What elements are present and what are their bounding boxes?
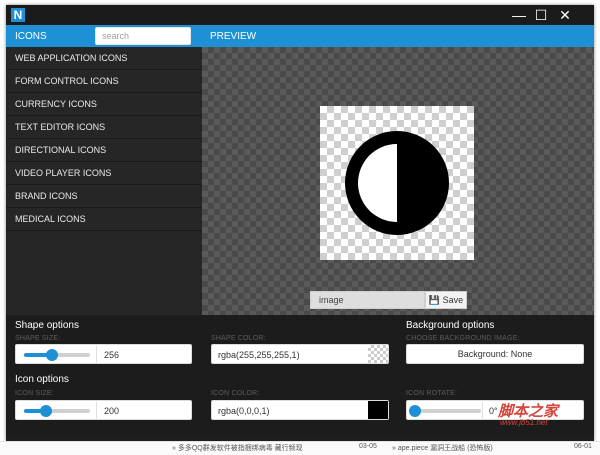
maximize-button[interactable]: ☐ <box>530 6 552 24</box>
icon-options-title: Icon options <box>15 374 69 385</box>
shape-color-swatch[interactable] <box>368 345 388 363</box>
divider <box>482 402 483 420</box>
icon-size-control: 200 <box>15 400 192 420</box>
shape-color-field[interactable]: rgba(255,255,255,1) <box>211 344 389 364</box>
background-button[interactable]: Background: None <box>406 344 584 364</box>
search-input[interactable] <box>95 27 191 45</box>
icon-size-value[interactable]: 200 <box>104 401 119 421</box>
icon-size-label: ICON SIZE: <box>15 390 54 397</box>
adjust-icon <box>345 131 449 235</box>
icon-rotate-label: ICON ROTATE: <box>406 390 458 397</box>
divider <box>96 402 97 420</box>
file-name-field[interactable] <box>310 291 425 309</box>
shape-size-value[interactable]: 256 <box>104 345 119 365</box>
app-logo: N <box>11 8 25 22</box>
icon-rotate-slider[interactable] <box>409 405 481 417</box>
divider <box>96 346 97 364</box>
news-item[interactable]: » ape.piece 漏洞王战船 (恐怖版) <box>392 443 493 453</box>
shape-color-value: rgba(255,255,255,1) <box>218 350 300 360</box>
close-button[interactable]: ✕ <box>554 6 576 24</box>
app-window: N — ☐ ✕ ICONS PREVIEW WEB APPLICATION IC… <box>6 5 594 441</box>
watermark-url: www.jb51.net <box>500 418 548 427</box>
category-item-web-application[interactable]: WEB APPLICATION ICONS <box>6 47 202 70</box>
category-item-text-editor[interactable]: TEXT EDITOR ICONS <box>6 116 202 139</box>
category-item-currency[interactable]: CURRENCY ICONS <box>6 93 202 116</box>
icon-size-slider-thumb[interactable] <box>39 405 52 417</box>
icon-color-field[interactable]: rgba(0,0,0,1) <box>211 400 389 420</box>
minimize-button[interactable]: — <box>508 6 530 24</box>
icon-color-swatch[interactable] <box>368 401 388 419</box>
news-item[interactable]: » 多多QQ群发软件被指捆绑病毒 藏行频现 <box>172 443 303 453</box>
category-sidebar: WEB APPLICATION ICONS FORM CONTROL ICONS… <box>6 47 202 315</box>
save-icon: 💾 <box>428 295 441 305</box>
category-item-directional[interactable]: DIRECTIONAL ICONS <box>6 139 202 162</box>
background-options-title: Background options <box>406 320 495 331</box>
icon-color-label: ICON COLOR: <box>211 390 260 397</box>
preview-image <box>320 106 474 260</box>
shape-size-control: 256 <box>15 344 192 364</box>
category-item-brand[interactable]: BRAND ICONS <box>6 185 202 208</box>
shape-size-slider[interactable] <box>24 349 90 361</box>
save-button[interactable]: 💾 Save <box>425 291 467 309</box>
category-item-video-player[interactable]: VIDEO PLAYER ICONS <box>6 162 202 185</box>
tab-icons[interactable]: ICONS <box>15 31 47 42</box>
title-bar: N — ☐ ✕ <box>6 5 594 25</box>
shape-options-title: Shape options <box>15 320 79 331</box>
shape-size-label: SHAPE SIZE: <box>15 335 61 342</box>
background-image-label: CHOOSE BACKGROUND IMAGE: <box>406 335 520 342</box>
icon-size-slider[interactable] <box>24 405 90 417</box>
background-news-strip: » 多多QQ群发软件被指捆绑病毒 藏行频现 03-05 » ape.piece … <box>0 441 600 455</box>
icon-rotate-value[interactable]: 0° <box>489 401 498 421</box>
icon-color-value: rgba(0,0,0,1) <box>218 406 270 416</box>
icon-rotate-slider-thumb[interactable] <box>409 405 421 417</box>
news-time: 03-05 <box>359 443 377 450</box>
shape-size-slider-thumb[interactable] <box>45 349 58 361</box>
tab-preview[interactable]: PREVIEW <box>210 31 256 42</box>
save-button-label: Save <box>442 295 464 305</box>
shape-color-label: SHAPE COLOR: <box>211 335 266 342</box>
news-time: 06-01 <box>574 443 592 450</box>
category-item-medical[interactable]: MEDICAL ICONS <box>6 208 202 231</box>
category-item-form-control[interactable]: FORM CONTROL ICONS <box>6 70 202 93</box>
